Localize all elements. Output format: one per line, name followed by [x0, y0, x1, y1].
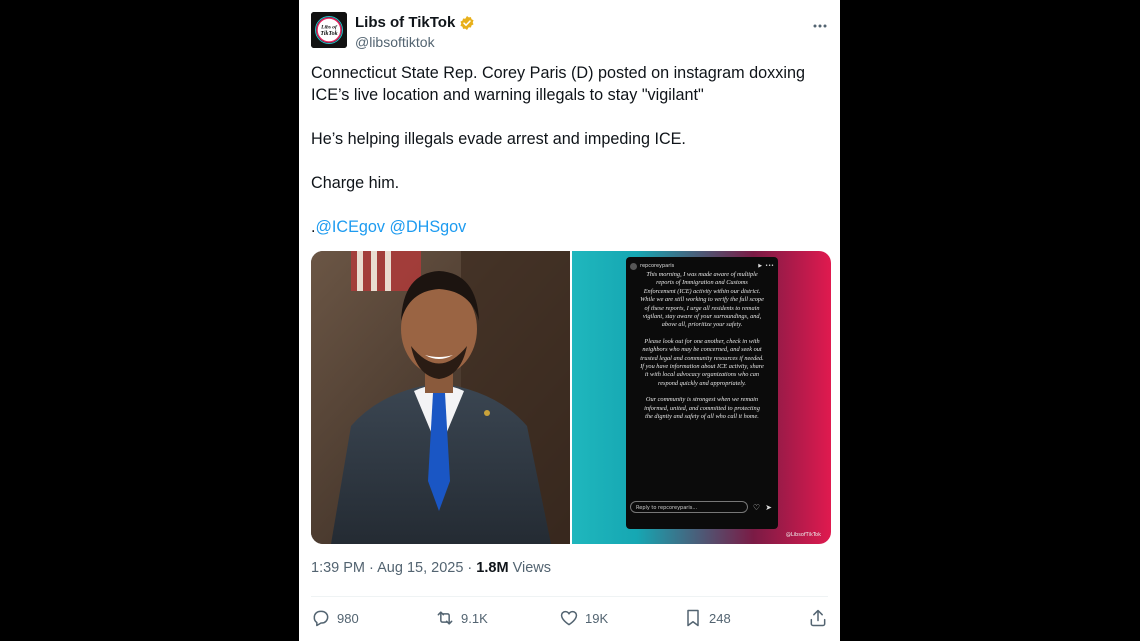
tweet-meta: 1:39 PM · Aug 15, 2025 · 1.8M Views [311, 560, 551, 576]
story-send-icon: ➤ [765, 503, 772, 512]
tweet-card: Libs of TikTok Libs of TikTok @libsoftik… [299, 0, 840, 641]
views-count: 1.8M [476, 560, 509, 576]
tweet-media[interactable]: repcoreyparis ▶ ••• This morning, I was … [311, 251, 831, 544]
portrait-photo[interactable] [311, 251, 570, 544]
portrait-image-icon [311, 251, 570, 544]
svg-text:Libs of: Libs of [320, 25, 338, 31]
watermark: @LibsofTikTok [785, 532, 821, 538]
story-play-icon: ▶ [758, 263, 763, 269]
reply-icon [313, 610, 329, 627]
share-icon [810, 609, 826, 627]
repost-icon [437, 611, 453, 625]
meta-separator: · [467, 560, 473, 576]
action-bar: 980 9.1K 19K 248 [311, 605, 828, 631]
avatar[interactable]: Libs of TikTok [311, 12, 347, 48]
heart-icon [560, 610, 578, 626]
author-name-row: Libs of TikTok [355, 14, 475, 31]
repost-button[interactable]: 9.1K [435, 608, 559, 628]
story-header: repcoreyparis ▶ ••• [630, 261, 774, 271]
instagram-story-screenshot[interactable]: repcoreyparis ▶ ••• This morning, I was … [572, 251, 831, 544]
tweet-date[interactable]: Aug 15, 2025 [377, 560, 463, 576]
story-avatar [630, 262, 637, 270]
tweet-mentions: .@ICEgov @DHSgov [311, 216, 821, 238]
story-paragraph-2: Please look out for one another, check i… [640, 337, 764, 387]
reply-count: 980 [337, 610, 359, 626]
story-text: This morning, I was made aware of multip… [640, 271, 764, 430]
tweet-header: Libs of TikTok Libs of TikTok @libsoftik… [311, 12, 828, 52]
tweet-text: Connecticut State Rep. Corey Paris (D) p… [311, 62, 821, 238]
story-frame: repcoreyparis ▶ ••• This morning, I was … [626, 257, 778, 529]
mention-icegov[interactable]: @ICEgov [316, 218, 386, 236]
tweet-paragraph-2: He’s helping illegals evade arrest and i… [311, 130, 686, 148]
bookmark-count: 248 [709, 610, 731, 626]
like-button[interactable]: 19K [559, 608, 683, 628]
bookmark-icon [687, 609, 699, 627]
avatar-logo-icon: Libs of TikTok [311, 12, 347, 48]
views-label: Views [512, 560, 551, 576]
story-heart-icon: ♡ [752, 503, 760, 512]
repost-count: 9.1K [461, 610, 488, 626]
more-options-icon[interactable] [812, 18, 828, 35]
like-count: 19K [585, 610, 609, 626]
story-paragraph-3: Our community is strongest when we remai… [644, 396, 760, 421]
story-more-icon: ••• [765, 263, 774, 269]
svg-text:TikTok: TikTok [320, 31, 337, 37]
story-reply-field: Reply to repcoreyparis... [630, 501, 748, 513]
author-handle[interactable]: @libsoftiktok [355, 34, 435, 50]
story-paragraph-1: This morning, I was made aware of multip… [640, 271, 764, 329]
author-display-name[interactable]: Libs of TikTok [355, 14, 455, 31]
story-username: repcoreyparis [640, 263, 675, 269]
tweet-paragraph-3: Charge him. [311, 174, 400, 192]
bookmark-button[interactable]: 248 [683, 608, 807, 628]
reply-button[interactable]: 980 [311, 608, 435, 628]
tweet-paragraph-1: Connecticut State Rep. Corey Paris (D) p… [311, 64, 805, 104]
verified-badge-icon [460, 15, 474, 30]
tweet-time[interactable]: 1:39 PM [311, 560, 365, 576]
divider [311, 596, 828, 597]
share-button[interactable] [808, 608, 828, 628]
mention-dhsgov[interactable]: @DHSgov [390, 218, 467, 236]
meta-separator: · [369, 560, 374, 576]
